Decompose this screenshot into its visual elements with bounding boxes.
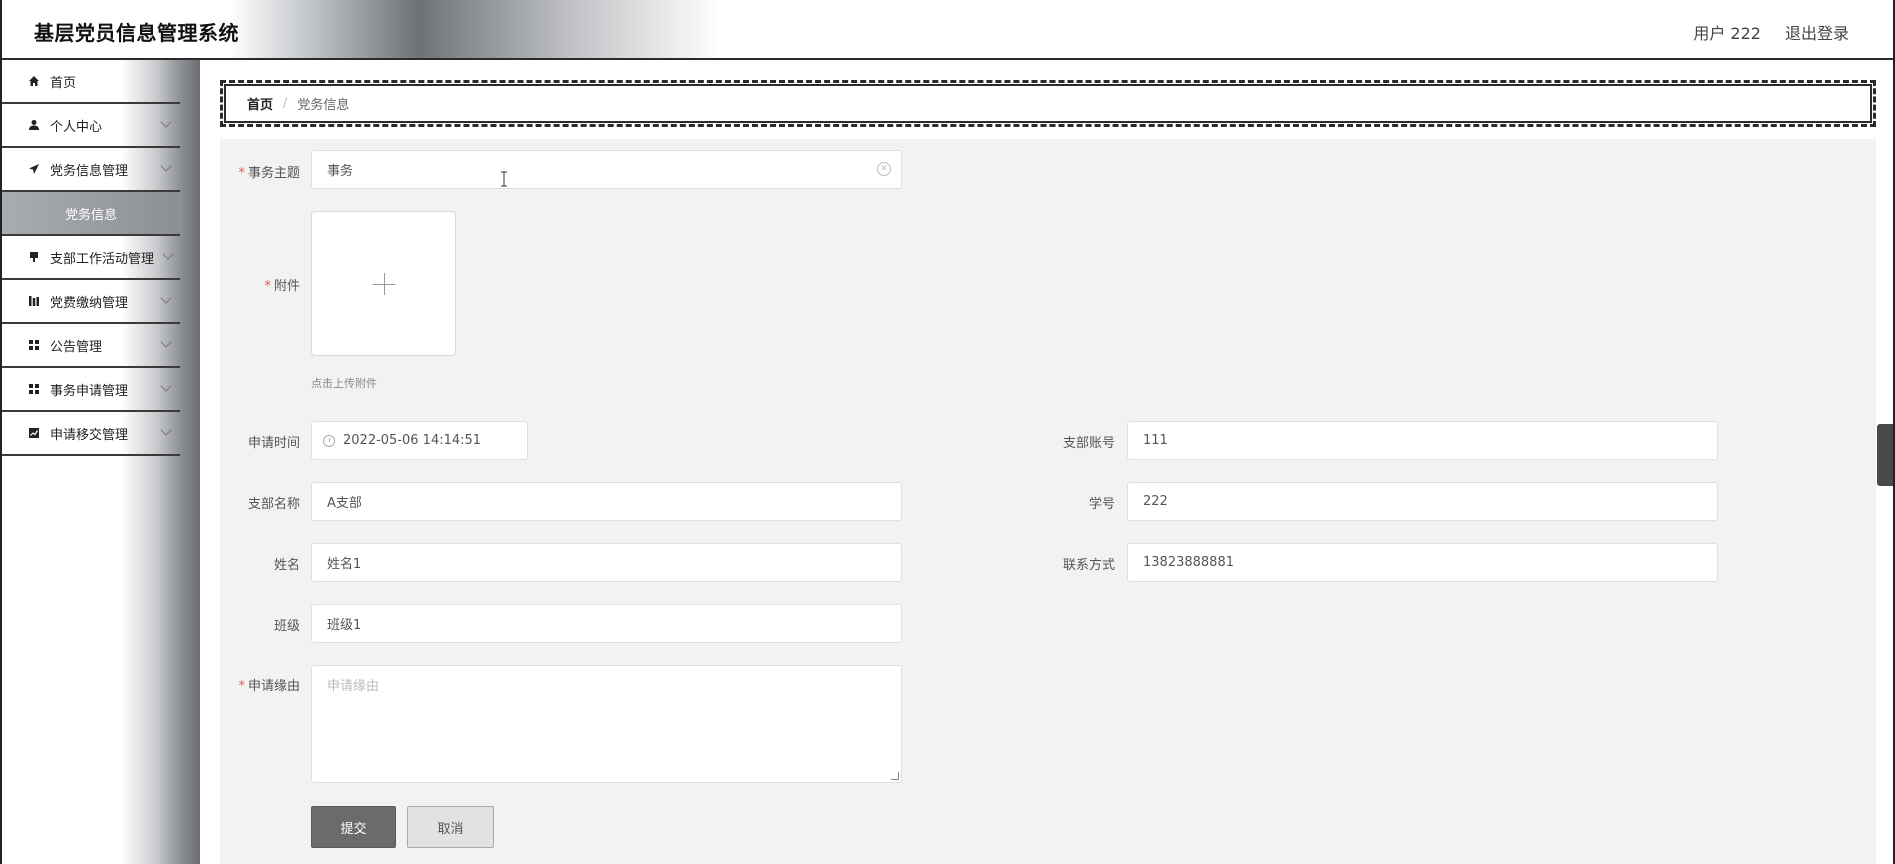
breadcrumb-current: 党务信息 <box>297 98 350 113</box>
apply-time-value: 2022-05-06 14:14:51 <box>343 433 482 448</box>
chevron-down-icon <box>160 160 172 172</box>
student-id-label: 学号 <box>1088 497 1115 512</box>
sidebar-subitem-party-info[interactable]: 党务信息 <box>2 192 180 236</box>
sidebar-item-label: 申请移交管理 <box>50 427 129 443</box>
reason-textarea[interactable]: 申请缘由 <box>311 665 902 783</box>
breadcrumb-separator: / <box>283 96 288 111</box>
apply-time-label: 申请时间 <box>247 436 300 451</box>
user-box: 用户 222 退出登录 <box>1693 20 1849 44</box>
sidebar-item-transfer-application-management[interactable]: 申请移交管理 <box>2 412 180 456</box>
sidebar-item-party-info-management[interactable]: 党务信息管理 <box>2 148 180 192</box>
sidebar-item-announcement-management[interactable]: 公告管理 <box>2 324 180 368</box>
branch-account-input[interactable]: 111 <box>1127 421 1718 460</box>
chevron-down-icon <box>160 336 172 348</box>
attachment-label: * 附件 <box>264 279 300 294</box>
attachment-hint: 点击上传附件 <box>311 377 377 390</box>
sidebar-item-label: 党费缴纳管理 <box>50 295 129 311</box>
student-id-input[interactable]: 222 <box>1127 482 1718 521</box>
user-label: 用户 222 <box>1693 24 1761 43</box>
name-value: 姓名1 <box>327 557 362 572</box>
chevron-down-icon <box>160 424 172 436</box>
attachment-upload-box[interactable] <box>311 211 456 356</box>
sidebar-item-affairs-application-management[interactable]: 事务申请管理 <box>2 368 180 412</box>
sidebar-item-label: 首页 <box>50 75 77 91</box>
app-title: 基层党员信息管理系统 <box>34 21 239 45</box>
sidebar-item-branch-activity-management[interactable]: 支部工作活动管理 <box>2 236 180 280</box>
logout-link[interactable]: 退出登录 <box>1785 20 1849 44</box>
cancel-button[interactable]: 取消 <box>407 806 494 848</box>
clock-icon <box>323 434 335 447</box>
sidebar-menu: 首页 个人中心 党务信息管理 党务信息 支部工作活动管理 党费缴纳管理 公告管理… <box>2 60 180 456</box>
sidebar-item-label: 支部工作活动管理 <box>50 251 155 267</box>
contact-input[interactable]: 13823888881 <box>1127 543 1718 582</box>
bars-icon <box>28 295 40 307</box>
subject-input[interactable]: 事务 ✕ <box>311 150 902 189</box>
text-cursor-icon <box>501 171 507 187</box>
class-input[interactable]: 班级1 <box>311 604 902 643</box>
student-id-value: 222 <box>1143 494 1168 509</box>
contact-value: 13823888881 <box>1143 555 1234 570</box>
clear-icon[interactable]: ✕ <box>877 162 891 176</box>
chevron-down-icon <box>160 380 172 392</box>
contact-label: 联系方式 <box>1062 558 1115 573</box>
reason-label: * 申请缘由 <box>238 679 300 694</box>
flag-icon <box>28 251 40 263</box>
chart-icon <box>28 427 40 439</box>
top-header: 基层党员信息管理系统 用户 222 退出登录 <box>2 0 1893 60</box>
submit-button[interactable]: 提交 <box>311 806 396 848</box>
sidebar-item-personal-center[interactable]: 个人中心 <box>2 104 180 148</box>
branch-name-label: 支部名称 <box>247 497 300 512</box>
breadcrumb: 首页 / 党务信息 <box>220 80 1876 127</box>
sidebar-item-label: 党务信息管理 <box>50 163 129 179</box>
branch-name-input[interactable]: A支部 <box>311 482 902 521</box>
branch-account-label: 支部账号 <box>1062 436 1115 451</box>
reason-placeholder: 申请缘由 <box>327 679 380 694</box>
breadcrumb-home[interactable]: 首页 <box>247 94 273 113</box>
subject-label: * 事务主题 <box>238 166 300 181</box>
sidebar-item-label: 公告管理 <box>50 339 103 355</box>
sidebar-item-label: 事务申请管理 <box>50 383 129 399</box>
name-input[interactable]: 姓名1 <box>311 543 902 582</box>
user-icon <box>28 119 40 131</box>
class-label: 班级 <box>273 619 300 634</box>
chevron-down-icon <box>162 248 174 260</box>
side-drawer-handle[interactable] <box>1877 424 1893 486</box>
sidebar-item-label: 个人中心 <box>50 119 103 135</box>
plus-icon-vertical <box>384 273 385 295</box>
class-value: 班级1 <box>327 618 362 633</box>
send-icon <box>28 163 40 175</box>
subject-value: 事务 <box>327 164 354 179</box>
sidebar: 首页 个人中心 党务信息管理 党务信息 支部工作活动管理 党费缴纳管理 公告管理… <box>2 60 200 864</box>
resize-handle-icon[interactable] <box>891 772 899 780</box>
chevron-down-icon <box>160 116 172 128</box>
apply-time-input[interactable]: 2022-05-06 14:14:51 <box>311 421 528 460</box>
form-panel: * 事务主题 事务 ✕ * 附件 点击上传附件 申请时间 2022-05-06 14… <box>220 139 1876 864</box>
sidebar-item-label: 党务信息 <box>64 207 117 223</box>
grid-icon <box>28 383 40 395</box>
sidebar-item-home[interactable]: 首页 <box>2 60 180 104</box>
sidebar-item-party-fee-management[interactable]: 党费缴纳管理 <box>2 280 180 324</box>
branch-account-value: 111 <box>1143 433 1168 448</box>
home-icon <box>28 75 40 87</box>
branch-name-value: A支部 <box>327 496 362 511</box>
grid-icon <box>28 339 40 351</box>
chevron-down-icon <box>160 292 172 304</box>
name-label: 姓名 <box>273 558 300 573</box>
